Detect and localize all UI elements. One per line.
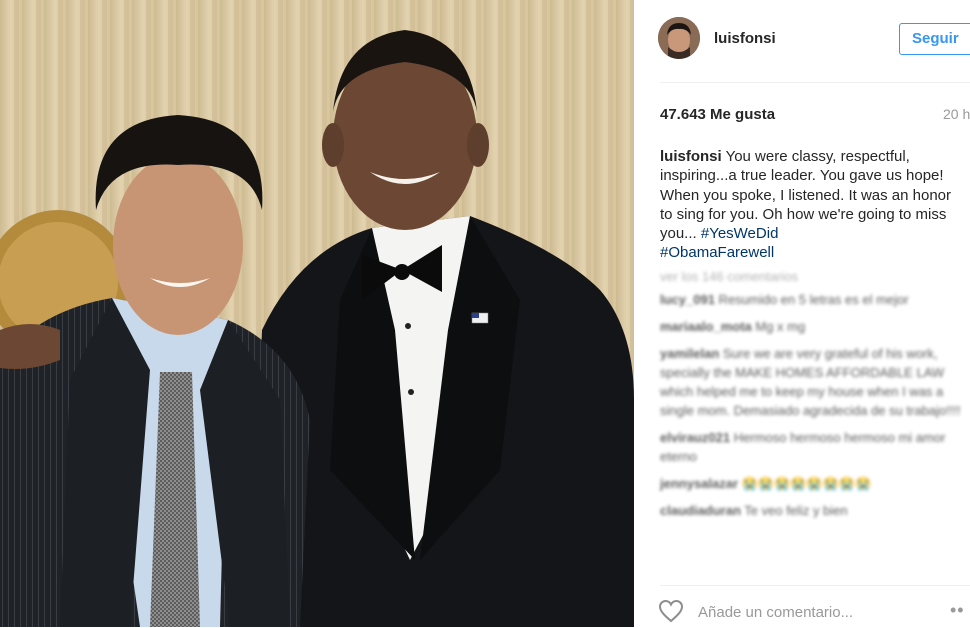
comment-item: mariaalo_mota Mg x mg — [660, 317, 970, 336]
comment-username[interactable]: elvirauz021 — [660, 430, 730, 445]
comment-text: Resumido en 5 letras es el mejor — [714, 292, 909, 307]
header-divider — [660, 82, 970, 83]
comment-username[interactable]: mariaalo_mota — [660, 319, 752, 334]
caption-username[interactable]: luisfonsi — [660, 148, 722, 165]
comment-username[interactable]: jennysalazar — [660, 476, 738, 491]
follow-button[interactable]: Seguir — [899, 23, 970, 55]
comment-item: lucy_091 Resumido en 5 letras es el mejo… — [660, 290, 970, 309]
post-date: 20 h — [943, 106, 970, 122]
post-photo[interactable] — [0, 0, 634, 627]
footer-divider — [660, 585, 970, 586]
comment-username[interactable]: yamilelan — [660, 346, 719, 361]
comments-list: ver los 146 comentarios lucy_091 Resumid… — [660, 267, 970, 528]
comment-text: 😭😭😭😭😭😭😭😭 — [738, 476, 872, 491]
likes-count[interactable]: 47.643 Me gusta — [660, 106, 775, 123]
add-comment-input[interactable]: Añade un comentario... — [698, 604, 853, 621]
comment-text: Mg x mg — [751, 319, 806, 334]
view-all-comments-link[interactable]: ver los 146 comentarios — [660, 267, 970, 286]
post-caption: luisfonsi You were classy, respectful, i… — [660, 147, 960, 263]
post-header: luisfonsi Seguir — [634, 0, 970, 82]
comment-item: yamilelan Sure we are very grateful of h… — [660, 344, 970, 420]
comment-username[interactable]: lucy_091 — [660, 292, 715, 307]
username-link[interactable]: luisfonsi — [714, 30, 776, 47]
comment-item: claudiaduran Te veo feliz y bien — [660, 501, 970, 520]
comment-item: jennysalazar 😭😭😭😭😭😭😭😭 — [660, 474, 970, 493]
hashtag-yeswedid[interactable]: #YesWeDid — [701, 225, 779, 242]
comment-username[interactable]: claudiaduran — [660, 503, 741, 518]
post-side-panel: luisfonsi Seguir 47.643 Me gusta 20 h lu… — [634, 0, 970, 627]
heart-icon[interactable] — [658, 599, 684, 623]
avatar[interactable] — [658, 17, 700, 59]
more-options-icon[interactable]: •• — [950, 600, 965, 621]
comment-text: Te veo feliz y bien — [740, 503, 848, 518]
hashtag-obamafarewell[interactable]: #ObamaFarewell — [660, 244, 774, 261]
comment-item: elvirauz021 Hermoso hermoso hermoso mi a… — [660, 428, 970, 466]
